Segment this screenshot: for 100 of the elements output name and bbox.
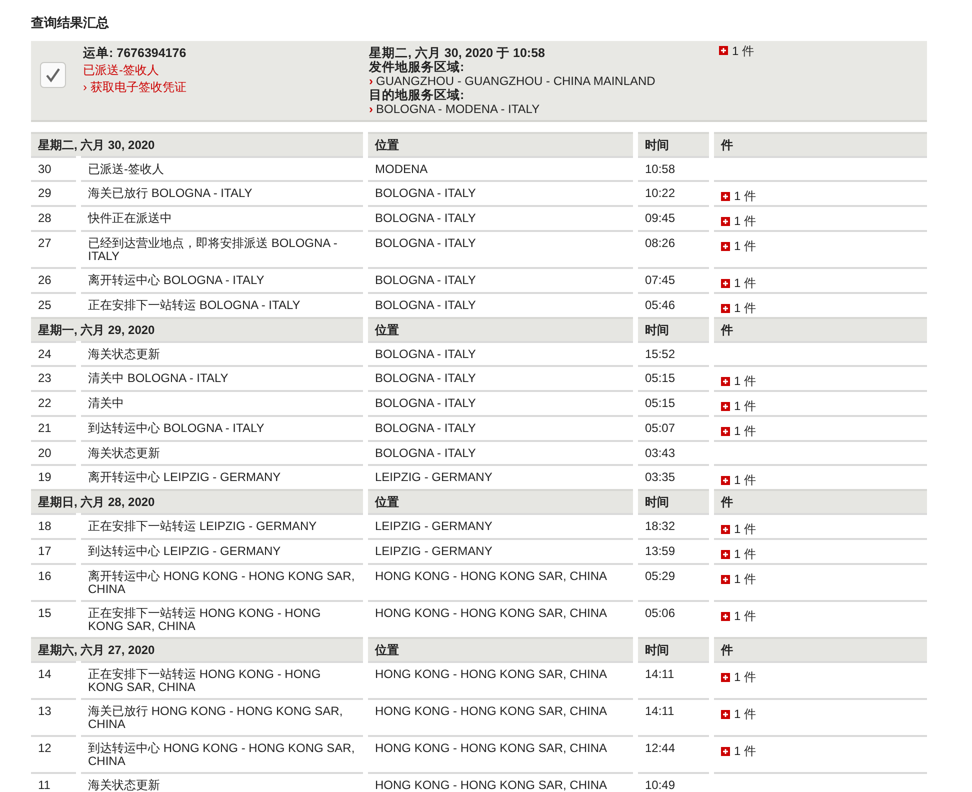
event-number: 20 <box>31 440 76 464</box>
piece-count: 1 件 <box>734 708 756 721</box>
event-number: 27 <box>31 230 76 267</box>
event-description: 清关中 BOLOGNA - ITALY <box>81 365 363 390</box>
event-description: 离开转运中心 HONG KONG - HONG KONG SAR, CHINA <box>81 563 363 600</box>
event-location: BOLOGNA - ITALY <box>368 267 633 292</box>
plus-icon[interactable] <box>721 242 730 251</box>
event-location: BOLOGNA - ITALY <box>368 341 633 365</box>
plus-icon[interactable] <box>721 427 730 436</box>
event-number: 29 <box>31 180 76 205</box>
event-time: 05:15 <box>638 365 709 390</box>
plus-icon[interactable] <box>721 710 730 719</box>
piece-count: 1 件 <box>734 671 756 684</box>
page-title: 查询结果汇总 <box>31 14 110 32</box>
event-description: 正在安排下一站转运 HONG KONG - HONG KONG SAR, CHINA <box>81 661 363 698</box>
event-number: 24 <box>31 341 76 365</box>
plus-icon[interactable] <box>721 673 730 682</box>
event-time: 14:11 <box>638 661 709 698</box>
column-header: 位置 <box>368 637 633 661</box>
column-header: 件 <box>714 489 927 513</box>
checkbox[interactable] <box>40 62 66 88</box>
piece-count: 1 件 <box>734 523 756 536</box>
piece-count: 1 件 <box>734 474 756 487</box>
event-time: 10:58 <box>638 156 709 180</box>
column-header: 位置 <box>368 489 633 513</box>
event-description: 已派送-签收人 <box>81 156 363 180</box>
event-number: 17 <box>31 538 76 563</box>
plus-icon[interactable] <box>721 217 730 226</box>
event-location: HONG KONG - HONG KONG SAR, CHINA <box>368 735 633 772</box>
event-location: BOLOGNA - ITALY <box>368 390 633 415</box>
event-description: 海关已放行 HONG KONG - HONG KONG SAR, CHINA <box>81 698 363 735</box>
event-number: 14 <box>31 661 76 698</box>
plus-icon[interactable] <box>721 525 730 534</box>
event-location: BOLOGNA - ITALY <box>368 440 633 464</box>
column-header: 件 <box>714 637 927 661</box>
event-description: 到达转运中心 BOLOGNA - ITALY <box>81 415 363 440</box>
event-time: 03:43 <box>638 440 709 464</box>
event-number: 13 <box>31 698 76 735</box>
proof-link[interactable]: › 获取电子签收凭证 <box>83 80 186 94</box>
event-number: 12 <box>31 735 76 772</box>
piece-count: 1 件 <box>734 215 756 228</box>
piece-count: 1 件 <box>734 375 756 388</box>
event-time: 14:11 <box>638 698 709 735</box>
event-location: LEIPZIG - GERMANY <box>368 513 633 538</box>
column-header: 时间 <box>638 317 709 341</box>
event-location: BOLOGNA - ITALY <box>368 180 633 205</box>
piece-count: 1 件 <box>732 44 754 58</box>
event-description: 到达转运中心 LEIPZIG - GERMANY <box>81 538 363 563</box>
event-number: 16 <box>31 563 76 600</box>
plus-icon[interactable] <box>721 550 730 559</box>
origin-area: › GUANGZHOU - GUANGZHOU - CHINA MAINLAND <box>369 74 656 88</box>
column-header: 时间 <box>638 637 709 661</box>
origin-label: 发件地服务区域: <box>369 60 464 74</box>
plus-icon[interactable] <box>721 377 730 386</box>
destination-label: 目的地服务区域: <box>369 88 464 102</box>
plus-icon[interactable] <box>721 279 730 288</box>
plus-icon[interactable] <box>719 46 728 55</box>
piece-count: 1 件 <box>734 425 756 438</box>
plus-icon[interactable] <box>721 612 730 621</box>
event-time: 09:45 <box>638 205 709 230</box>
event-description: 海关状态更新 <box>81 772 363 792</box>
plus-icon[interactable] <box>721 402 730 411</box>
event-description: 正在安排下一站转运 LEIPZIG - GERMANY <box>81 513 363 538</box>
plus-icon[interactable] <box>721 304 730 313</box>
column-header: 件 <box>714 132 927 156</box>
event-location: BOLOGNA - ITALY <box>368 365 633 390</box>
event-number: 23 <box>31 365 76 390</box>
event-description: 海关已放行 BOLOGNA - ITALY <box>81 180 363 205</box>
event-number: 21 <box>31 415 76 440</box>
check-icon <box>45 67 61 83</box>
column-header: 件 <box>714 317 927 341</box>
event-location: HONG KONG - HONG KONG SAR, CHINA <box>368 661 633 698</box>
event-number: 26 <box>31 267 76 292</box>
event-description: 到达转运中心 HONG KONG - HONG KONG SAR, CHINA <box>81 735 363 772</box>
date-header: 星期一, 六月 29, 2020 <box>31 317 363 341</box>
date-header: 星期二, 六月 30, 2020 <box>31 132 363 156</box>
event-location: LEIPZIG - GERMANY <box>368 538 633 563</box>
column-header: 位置 <box>368 132 633 156</box>
plus-icon[interactable] <box>721 747 730 756</box>
delivery-datetime: 星期二, 六月 30, 2020 于 10:58 <box>369 46 545 60</box>
event-time: 15:52 <box>638 341 709 365</box>
event-location: BOLOGNA - ITALY <box>368 205 633 230</box>
event-description: 清关中 <box>81 390 363 415</box>
event-number: 22 <box>31 390 76 415</box>
plus-icon[interactable] <box>721 192 730 201</box>
event-time: 05:29 <box>638 563 709 600</box>
event-time: 07:45 <box>638 267 709 292</box>
event-time: 10:22 <box>638 180 709 205</box>
event-time: 10:49 <box>638 772 709 792</box>
event-number: 28 <box>31 205 76 230</box>
plus-icon[interactable] <box>721 575 730 584</box>
event-location: HONG KONG - HONG KONG SAR, CHINA <box>368 563 633 600</box>
date-header: 星期六, 六月 27, 2020 <box>31 637 363 661</box>
destination-area: › BOLOGNA - MODENA - ITALY <box>369 102 540 116</box>
plus-icon[interactable] <box>721 476 730 485</box>
event-description: 快件正在派送中 <box>81 205 363 230</box>
column-header: 时间 <box>638 132 709 156</box>
date-header: 星期日, 六月 28, 2020 <box>31 489 363 513</box>
event-location: BOLOGNA - ITALY <box>368 415 633 440</box>
event-number: 11 <box>31 772 76 792</box>
